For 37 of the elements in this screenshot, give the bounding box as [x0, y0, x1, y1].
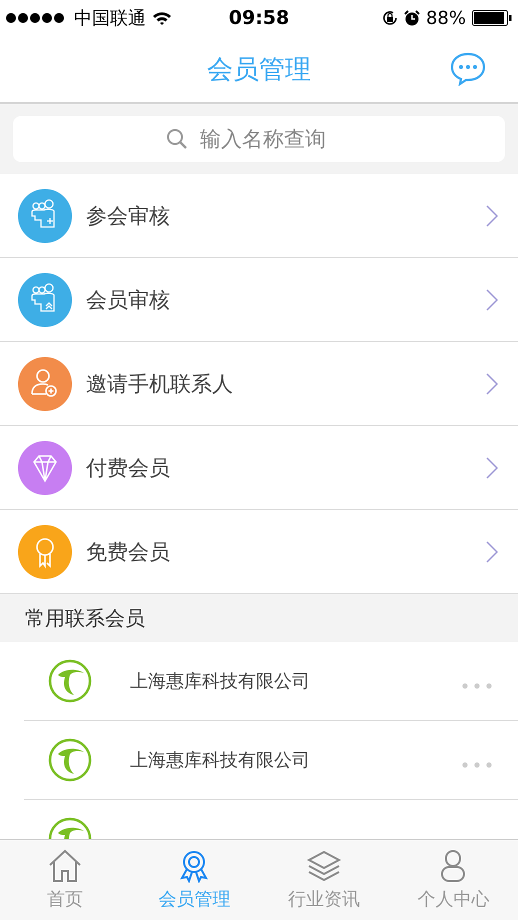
page-title: 会员管理 — [207, 54, 311, 86]
menu-item[interactable]: 参会审核 — [0, 174, 518, 258]
clock-time: 09:58 — [228, 7, 290, 29]
home-icon — [46, 849, 83, 883]
chevron-right-icon — [486, 372, 498, 394]
company-name: 上海惠库科技有限公司 — [130, 670, 311, 693]
chevron-right-icon — [486, 456, 498, 478]
more-icon[interactable] — [462, 762, 492, 768]
carrier-name: 中国联通 — [74, 7, 146, 30]
menu-label: 会员审核 — [86, 286, 171, 314]
alarm-icon — [404, 10, 420, 26]
contact-item[interactable]: 上海惠库科技有限公司 — [24, 642, 518, 721]
search-field[interactable]: 输入名称查询 — [198, 126, 352, 152]
company-name: 上海惠库科技有限公司 — [130, 749, 311, 772]
rotation-lock-icon — [382, 10, 398, 26]
chevron-right-icon — [486, 204, 498, 226]
battery-icon — [472, 10, 512, 26]
menu-label: 邀请手机联系人 — [86, 370, 234, 398]
contact-item[interactable]: 上海惠库科技有限公司 — [24, 721, 518, 800]
menu-item[interactable]: 会员审核 — [0, 258, 518, 342]
chevron-right-icon — [486, 288, 498, 310]
more-icon[interactable] — [462, 683, 492, 689]
logo-icon — [48, 659, 92, 703]
logo-icon — [48, 738, 92, 782]
section-title: 常用联系会员 — [25, 604, 145, 632]
wifi-icon — [152, 10, 172, 26]
search-icon — [166, 128, 188, 150]
menu-item[interactable]: 邀请手机联系人 — [0, 342, 518, 426]
menu-label: 免费会员 — [86, 538, 171, 566]
battery-percent: 88% — [426, 8, 466, 28]
menu-label: 参会审核 — [86, 202, 171, 230]
menu-item[interactable]: 免费会员 — [0, 510, 518, 594]
layers-icon — [306, 849, 342, 883]
menu-item[interactable]: 付费会员 — [0, 426, 518, 510]
chevron-right-icon — [486, 540, 498, 562]
menu-label: 付费会员 — [86, 454, 171, 482]
chat-icon[interactable] — [450, 52, 486, 86]
